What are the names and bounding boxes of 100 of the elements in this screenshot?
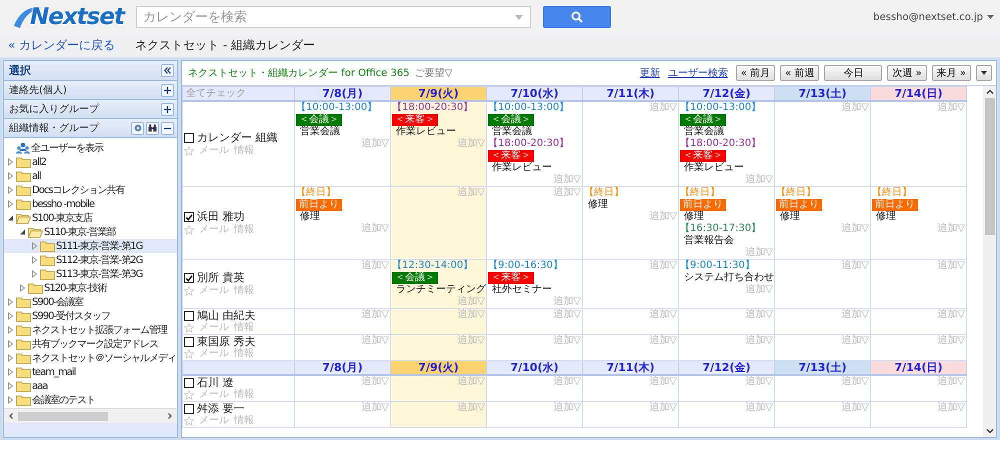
collapsed-triangle-icon[interactable] bbox=[7, 340, 14, 348]
expanded-triangle-icon[interactable] bbox=[19, 228, 26, 236]
section-header[interactable]: 組織情報・グループ bbox=[4, 119, 177, 138]
collapsed-triangle-icon[interactable] bbox=[31, 256, 38, 264]
tree-item[interactable]: S120-東京-技術 bbox=[4, 281, 177, 295]
add-link[interactable]: 追加▽ bbox=[457, 402, 485, 413]
add-link[interactable]: 追加▽ bbox=[649, 260, 677, 271]
add-link[interactable]: 追加▽ bbox=[937, 223, 965, 234]
add-link[interactable]: 追加▽ bbox=[745, 247, 773, 258]
event-time[interactable]: 【9:00-11:30】 bbox=[680, 260, 755, 271]
info-link[interactable]: 情報 bbox=[234, 415, 254, 427]
add-link[interactable]: 追加▽ bbox=[457, 309, 485, 320]
tree-item[interactable]: S113-東京-営業-第3G bbox=[4, 267, 177, 281]
star-icon[interactable] bbox=[184, 224, 194, 234]
add-link[interactable]: 追加▽ bbox=[937, 260, 965, 271]
collapsed-triangle-icon[interactable] bbox=[7, 200, 14, 208]
star-icon[interactable] bbox=[184, 146, 194, 156]
toggle-button[interactable] bbox=[161, 122, 174, 134]
collapsed-triangle-icon[interactable] bbox=[7, 172, 14, 180]
tree-item[interactable]: ネクストセット拡張フォーム管理 bbox=[4, 323, 177, 337]
scrollbar-thumb[interactable] bbox=[18, 412, 108, 420]
event-time[interactable]: 【10:00-13:00】 bbox=[488, 102, 570, 113]
toolbar-link[interactable]: 更新 bbox=[640, 66, 660, 80]
event-time[interactable]: 【12:30-14:00】 bbox=[392, 260, 474, 271]
tree-item[interactable]: bessho -mobile bbox=[4, 197, 177, 211]
checkbox[interactable] bbox=[184, 310, 194, 320]
tree-item[interactable]: team_mail bbox=[4, 365, 177, 379]
add-link[interactable]: 追加▽ bbox=[937, 402, 965, 413]
event-title[interactable]: 修理 bbox=[876, 211, 896, 222]
add-link[interactable]: 追加▽ bbox=[745, 174, 773, 185]
collapsed-triangle-icon[interactable] bbox=[7, 186, 14, 194]
event-time[interactable]: 【終日】 bbox=[680, 187, 720, 198]
tree-item[interactable]: S110-東京-営業部 bbox=[4, 225, 177, 239]
collapse-button[interactable] bbox=[161, 64, 174, 77]
checkbox[interactable] bbox=[184, 404, 194, 414]
add-link[interactable]: 追加▽ bbox=[745, 402, 773, 413]
add-link[interactable]: 追加▽ bbox=[841, 260, 869, 271]
mail-link[interactable]: メール bbox=[199, 144, 229, 156]
mail-link[interactable]: メール bbox=[199, 415, 229, 427]
mail-link[interactable]: メール bbox=[199, 322, 229, 334]
event-time[interactable]: 【10:00-13:00】 bbox=[296, 102, 378, 113]
search-field[interactable]: カレンダーを検索 bbox=[136, 6, 531, 28]
back-link[interactable]: « カレンダーに戻る bbox=[8, 37, 116, 54]
collapsed-triangle-icon[interactable] bbox=[7, 298, 14, 306]
event-title[interactable]: ランチミーティング bbox=[396, 284, 486, 295]
add-link[interactable]: 追加▽ bbox=[361, 223, 389, 234]
section-header[interactable]: 連絡先(個人) bbox=[4, 81, 177, 100]
event-title[interactable]: 修理 bbox=[684, 211, 704, 222]
tree-item[interactable]: all bbox=[4, 169, 177, 183]
collapsed-triangle-icon[interactable] bbox=[7, 382, 14, 390]
add-link[interactable]: 追加▽ bbox=[457, 335, 485, 346]
event-title[interactable]: 社外セミナー bbox=[492, 284, 552, 295]
add-link[interactable]: 追加▽ bbox=[457, 138, 485, 149]
add-link[interactable]: 追加▽ bbox=[361, 376, 389, 387]
checkbox[interactable] bbox=[184, 336, 194, 346]
add-link[interactable]: 追加▽ bbox=[649, 211, 677, 222]
add-link[interactable]: 追加▽ bbox=[649, 335, 677, 346]
event-title[interactable]: 営業会議 bbox=[492, 126, 532, 137]
tree-item[interactable]: all2 bbox=[4, 155, 177, 169]
collapsed-triangle-icon[interactable] bbox=[31, 270, 38, 278]
add-link[interactable]: 追加▽ bbox=[361, 402, 389, 413]
add-link[interactable]: 追加▽ bbox=[553, 296, 581, 307]
event-title[interactable]: 営業報告会 bbox=[684, 235, 734, 246]
nav-button[interactable]: 次週 » bbox=[887, 65, 927, 81]
add-link[interactable]: 追加▽ bbox=[553, 335, 581, 346]
add-link[interactable]: 追加▽ bbox=[457, 376, 485, 387]
scroll-right-icon[interactable] bbox=[166, 412, 174, 420]
event-time[interactable]: 【終日】 bbox=[872, 187, 912, 198]
event-title[interactable]: 営業会議 bbox=[300, 126, 340, 137]
add-link[interactable]: 追加▽ bbox=[649, 309, 677, 320]
add-link[interactable]: 追加▽ bbox=[841, 376, 869, 387]
caret-icon[interactable] bbox=[987, 15, 994, 19]
nav-button[interactable]: « 前月 bbox=[736, 65, 776, 81]
checkbox[interactable] bbox=[184, 212, 194, 222]
star-icon[interactable] bbox=[184, 286, 194, 296]
mail-link[interactable]: メール bbox=[199, 389, 229, 401]
collapsed-triangle-icon[interactable] bbox=[7, 396, 14, 404]
event-title[interactable]: 修理 bbox=[300, 211, 320, 222]
collapsed-triangle-icon[interactable] bbox=[7, 326, 14, 334]
add-link[interactable]: 追加▽ bbox=[649, 376, 677, 387]
add-link[interactable]: 追加▽ bbox=[745, 335, 773, 346]
search-users-button[interactable] bbox=[146, 122, 159, 134]
toggle-button[interactable] bbox=[161, 102, 174, 116]
event-title[interactable]: 修理 bbox=[780, 211, 800, 222]
toolbar-link[interactable]: ユーザー検索 bbox=[668, 66, 728, 80]
tree-item[interactable]: Docsコレクション共有 bbox=[4, 183, 177, 197]
checkbox[interactable] bbox=[184, 378, 194, 388]
add-link[interactable]: 追加▽ bbox=[745, 376, 773, 387]
account-menu[interactable]: bessho@nextset.co.jp bbox=[873, 12, 983, 22]
tree-item[interactable]: S111-東京-営業-第1G bbox=[4, 239, 177, 253]
event-title[interactable]: システム打ち合わせ bbox=[684, 272, 774, 283]
star-icon[interactable] bbox=[184, 416, 194, 426]
info-link[interactable]: 情報 bbox=[234, 144, 254, 156]
add-link[interactable]: 追加▽ bbox=[841, 335, 869, 346]
event-title[interactable]: 作業レビュー bbox=[396, 126, 456, 137]
tree-item[interactable]: ネクストセット＠ソーシャルメディ bbox=[4, 351, 177, 365]
add-link[interactable]: 追加▽ bbox=[841, 102, 869, 113]
request-link[interactable]: ご要望▽ bbox=[414, 66, 452, 80]
add-link[interactable]: 追加▽ bbox=[649, 102, 677, 113]
event-time[interactable]: 【9:00-16:30】 bbox=[488, 260, 563, 271]
